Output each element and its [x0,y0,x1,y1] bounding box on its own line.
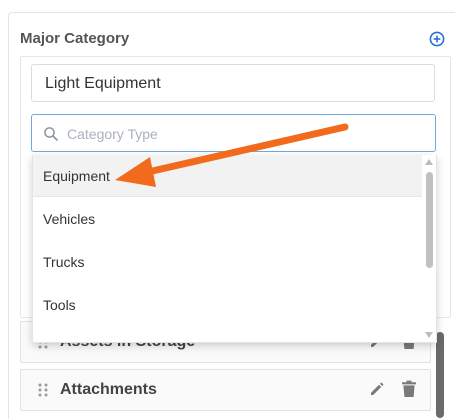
search-input[interactable] [65,115,429,153]
pencil-icon[interactable] [368,380,386,398]
plus-circle-icon[interactable] [429,31,445,47]
section-title: Major Category [20,30,130,47]
category-type-dropdown[interactable]: Equipment Vehicles Trucks Tools [32,155,437,343]
category-row[interactable]: Attachments [20,369,431,411]
drag-handle-icon[interactable] [38,383,48,397]
search-icon [44,127,58,141]
row-label: Attachments [60,381,157,398]
panel-scrollbar[interactable] [435,330,445,418]
scroll-up-arrow-icon[interactable] [425,159,433,165]
dropdown-option[interactable]: Tools [33,284,422,326]
trash-icon[interactable] [401,380,417,398]
major-category-field[interactable]: Light Equipment [31,64,435,102]
scrollbar-thumb[interactable] [426,172,433,268]
scrollbar-thumb[interactable] [436,332,444,418]
dropdown-option[interactable]: Vehicles [33,198,422,240]
category-type-search[interactable] [31,114,436,153]
dropdown-option[interactable]: Equipment [33,155,422,197]
dropdown-scrollbar[interactable] [422,155,436,342]
dropdown-option[interactable]: Trucks [33,241,422,283]
scroll-down-arrow-icon[interactable] [425,332,433,338]
